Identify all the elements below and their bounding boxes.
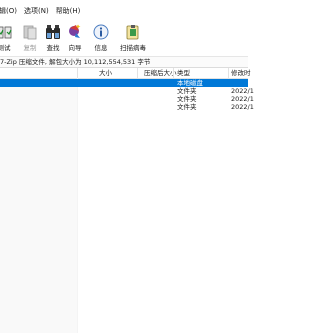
name-column-area — [0, 79, 77, 333]
row-modified: 2022/1 — [231, 95, 254, 103]
copy-icon — [23, 25, 37, 40]
table-row[interactable]: 文件夹 2022/1 — [0, 103, 254, 111]
file-list-header: 大小 压缩后大小 类型 修改时 — [0, 68, 251, 79]
archive-info-text: 7-Zip 压缩文件, 解包大小为 10,112,554,531 字节 — [0, 58, 151, 66]
info-button[interactable]: 信息 — [93, 24, 109, 52]
test-button[interactable]: 测试 — [0, 24, 12, 52]
find-button-label: 查找 — [46, 44, 60, 52]
test-icon — [0, 26, 12, 39]
header-separator[interactable] — [173, 68, 174, 78]
table-row[interactable]: 本地磁盘 — [0, 79, 248, 87]
menu-bar: 辑(O) 选项(N) 帮助(H) — [0, 0, 248, 22]
file-list[interactable]: 大小 压缩后大小 类型 修改时 本地磁盘 文件夹 2022/1 文件夹 2022… — [0, 68, 254, 333]
header-separator[interactable] — [77, 68, 78, 78]
header-size[interactable]: 大小 — [99, 68, 112, 78]
header-separator[interactable] — [137, 68, 138, 78]
info-button-label: 信息 — [94, 44, 108, 52]
row-modified: 2022/1 — [231, 87, 254, 95]
row-type: 文件夹 — [177, 87, 197, 95]
row-type: 本地磁盘 — [177, 79, 203, 87]
menu-item-edit[interactable]: 辑(O) — [0, 0, 21, 22]
info-icon — [93, 24, 109, 40]
menu-item-help[interactable]: 帮助(H) — [56, 0, 85, 22]
table-row[interactable]: 文件夹 2022/1 — [0, 95, 254, 103]
header-separator[interactable] — [228, 68, 229, 78]
header-modified[interactable]: 修改时 — [231, 68, 251, 78]
wizard-button[interactable]: 向导 — [67, 24, 83, 52]
toolbar: 测试 复制 查找 向导 信息 扫描病毒 — [0, 22, 248, 57]
menu-item-options[interactable]: 选项(N) — [24, 0, 53, 22]
copy-button[interactable]: 复制 — [22, 24, 38, 52]
table-row[interactable]: 文件夹 2022/1 — [0, 87, 254, 95]
find-button[interactable]: 查找 — [45, 24, 61, 52]
scan-virus-button[interactable]: 扫描病毒 — [120, 24, 146, 52]
test-button-label: 测试 — [0, 44, 11, 52]
find-icon — [46, 25, 60, 39]
row-modified: 2022/1 — [231, 103, 254, 111]
row-type: 文件夹 — [177, 95, 197, 103]
scan-virus-button-label: 扫描病毒 — [120, 44, 146, 52]
header-packed-size[interactable]: 压缩后大小 — [144, 68, 177, 78]
archive-info-bar: 7-Zip 压缩文件, 解包大小为 10,112,554,531 字节 — [0, 57, 248, 68]
copy-button-label: 复制 — [23, 44, 37, 52]
column-divider — [77, 78, 78, 333]
wizard-button-label: 向导 — [68, 44, 82, 52]
scan-virus-icon — [126, 25, 139, 40]
header-type[interactable]: 类型 — [177, 68, 190, 78]
wizard-icon — [69, 24, 81, 38]
row-type: 文件夹 — [177, 103, 197, 111]
